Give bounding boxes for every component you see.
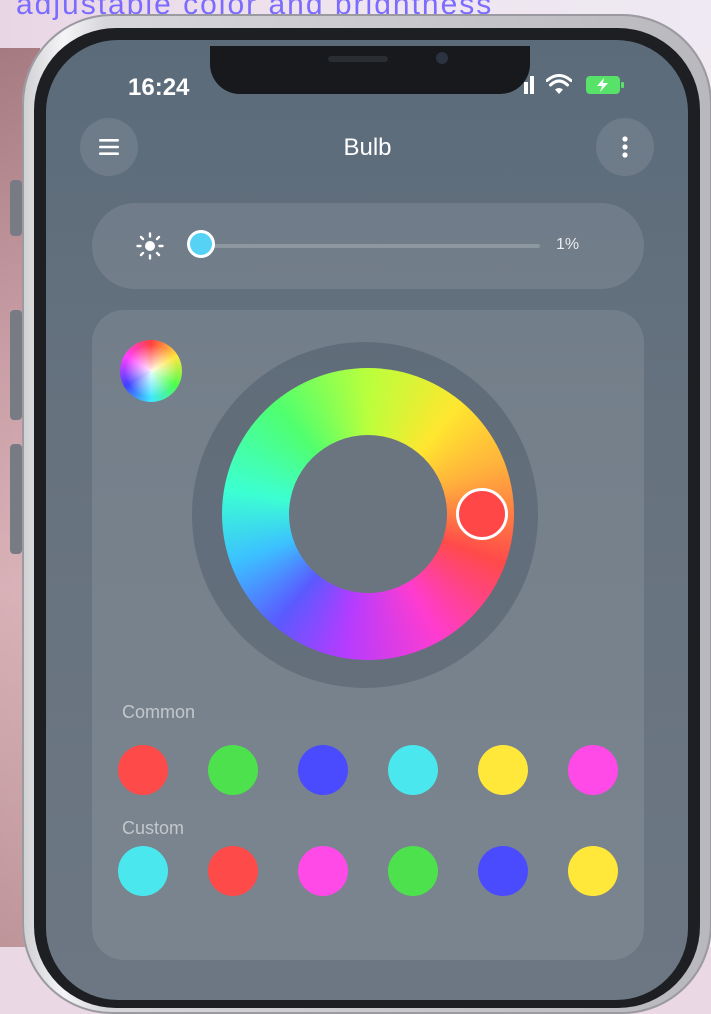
custom-color-swatch[interactable] xyxy=(478,846,528,896)
wifi-icon xyxy=(546,74,572,94)
common-color-swatch[interactable] xyxy=(478,745,528,795)
custom-color-swatch[interactable] xyxy=(298,846,348,896)
battery-charging-icon xyxy=(586,76,624,94)
custom-color-swatch[interactable] xyxy=(208,846,258,896)
more-vertical-icon xyxy=(622,136,628,158)
phone-side-button xyxy=(10,180,22,236)
phone-side-button xyxy=(10,444,22,554)
brightness-slider-track[interactable] xyxy=(196,244,540,248)
custom-color-swatch[interactable] xyxy=(118,846,168,896)
brightness-slider-thumb[interactable] xyxy=(187,230,216,258)
common-color-swatch[interactable] xyxy=(388,745,438,795)
common-color-swatch[interactable] xyxy=(568,745,618,795)
front-camera xyxy=(436,52,448,64)
color-wheel-knob[interactable] xyxy=(456,488,508,540)
more-options-button[interactable] xyxy=(596,118,654,176)
common-colors-label: Common xyxy=(122,702,196,722)
custom-colors-label: Custom xyxy=(122,818,185,838)
phone-side-button xyxy=(10,310,22,420)
status-time: 16:24 xyxy=(128,74,190,101)
sun-icon xyxy=(136,232,164,260)
color-wheel-center xyxy=(289,435,447,593)
signal-icon xyxy=(524,76,534,94)
common-color-swatch[interactable] xyxy=(118,745,168,795)
status-icons xyxy=(520,70,640,100)
earpiece xyxy=(328,56,388,62)
common-color-swatch[interactable] xyxy=(298,745,348,795)
custom-color-swatch[interactable] xyxy=(568,846,618,896)
notch xyxy=(210,46,530,94)
common-color-swatch[interactable] xyxy=(208,745,258,795)
brightness-percent: 1% xyxy=(556,236,580,253)
custom-color-swatch[interactable] xyxy=(388,846,438,896)
color-mode-swatch[interactable] xyxy=(120,340,182,402)
